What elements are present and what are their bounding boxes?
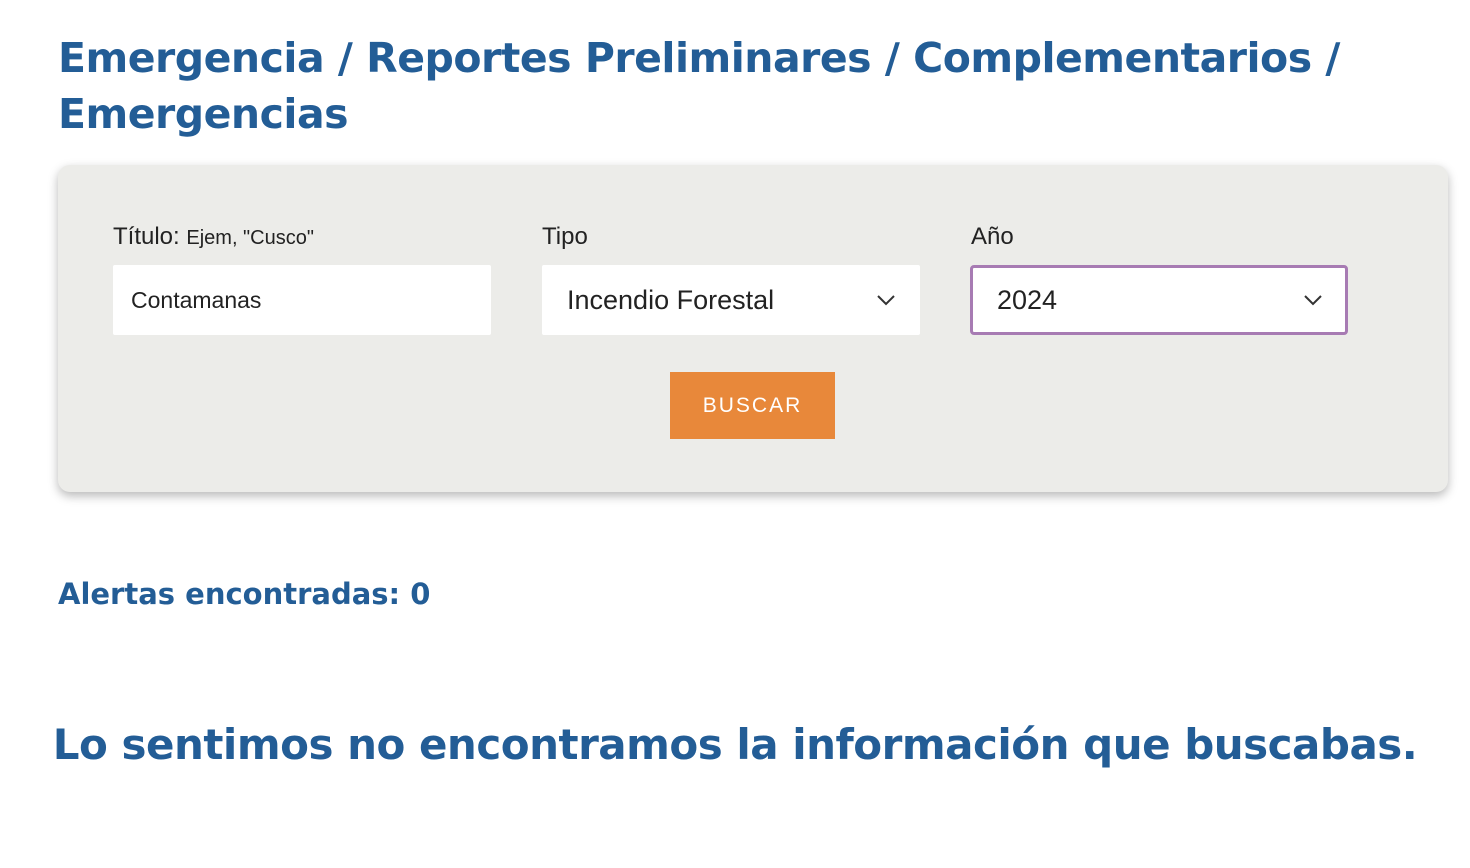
year-select-value: 2024 (997, 284, 1058, 315)
results-count: Alertas encontradas: 0 (58, 574, 430, 614)
type-select-value: Incendio Forestal (567, 284, 775, 315)
type-select[interactable]: Incendio Forestal (542, 265, 920, 335)
chevron-down-icon (877, 295, 895, 306)
title-input[interactable] (113, 265, 491, 335)
title-hint: Ejem, "Cusco" (186, 227, 314, 249)
title-label-text: Título: (113, 223, 180, 250)
search-button[interactable]: BUSCAR (670, 372, 835, 439)
chevron-down-icon (1304, 295, 1322, 306)
type-field-label: Tipo (542, 223, 588, 250)
year-field-label: Año (971, 223, 1014, 250)
results-count-value: 0 (410, 577, 431, 611)
results-count-label: Alertas encontradas: (58, 577, 401, 611)
year-select[interactable]: 2024 (970, 265, 1348, 335)
page-title: Emergencia / Reportes Preliminares / Com… (58, 34, 1340, 138)
search-panel: Título: Ejem, "Cusco" Tipo Incendio Fore… (58, 165, 1448, 492)
title-field-label: Título: Ejem, "Cusco" (113, 223, 314, 251)
empty-results-message: Lo sentimos no encontramos la informació… (52, 720, 1418, 769)
